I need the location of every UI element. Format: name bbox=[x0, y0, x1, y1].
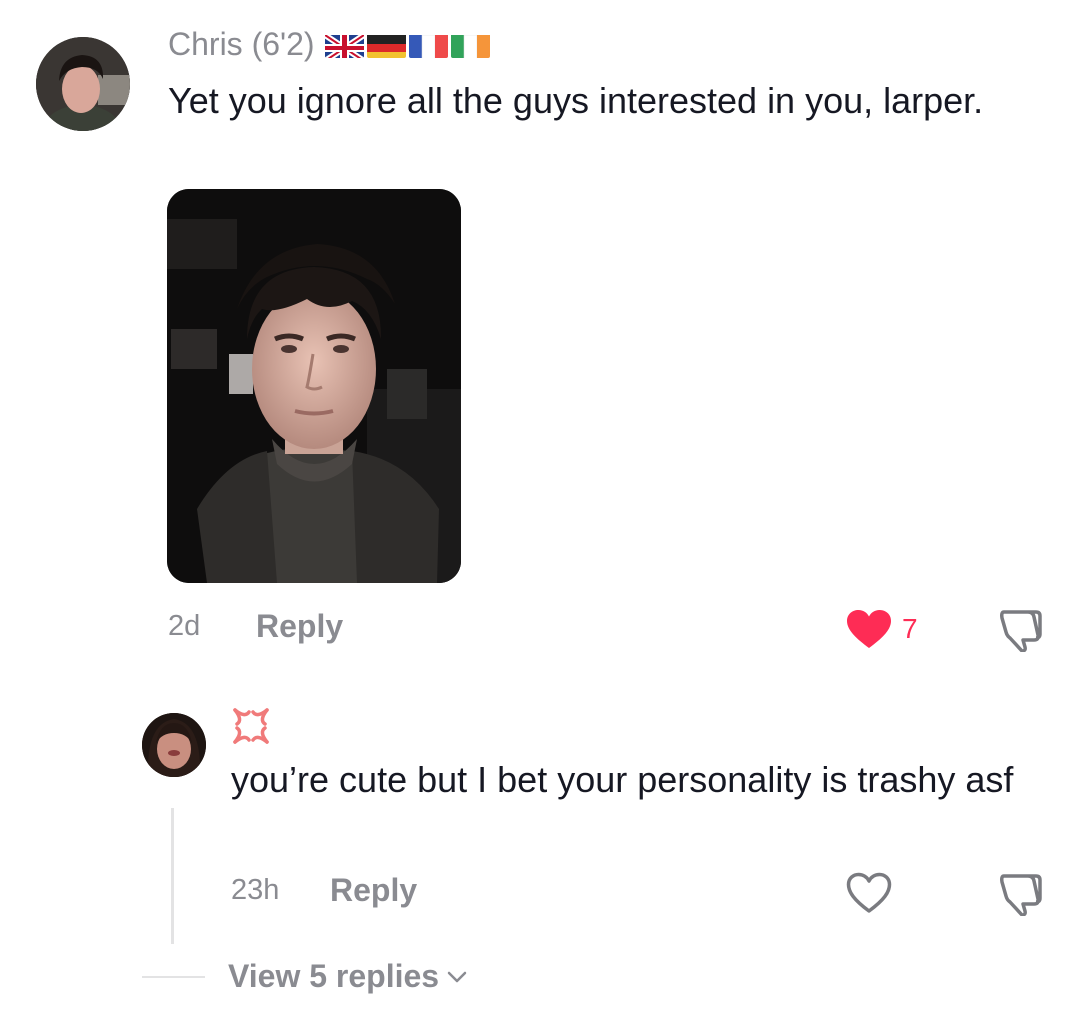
uk-flag-icon bbox=[324, 32, 364, 58]
reply-dislike-button[interactable] bbox=[998, 872, 1044, 921]
angry-symbol-icon[interactable] bbox=[231, 706, 271, 751]
chevron-down-icon bbox=[447, 971, 467, 982]
heart-outline-icon bbox=[846, 872, 892, 913]
commenter-avatar[interactable] bbox=[36, 37, 130, 131]
heart-filled-icon bbox=[847, 610, 891, 648]
view-replies-label: View 5 replies bbox=[228, 958, 440, 994]
flag-list bbox=[324, 32, 490, 58]
germany-flag-icon bbox=[366, 32, 406, 58]
avatar-photo bbox=[142, 713, 206, 777]
avatar-photo bbox=[36, 37, 130, 131]
selfie-image bbox=[167, 189, 461, 583]
username-text: Chris (6'2) bbox=[168, 26, 315, 62]
view-replies-button[interactable]: View 5 replies bbox=[228, 958, 467, 995]
thumbs-down-icon bbox=[1000, 610, 1042, 653]
reply-timestamp: 23h bbox=[231, 874, 280, 906]
france-flag-icon bbox=[408, 32, 448, 58]
thread-line bbox=[171, 808, 174, 944]
commenter-username[interactable]: Chris (6'2) bbox=[168, 26, 490, 63]
reply-to-reply-button[interactable]: Reply bbox=[330, 872, 417, 909]
like-count: 7 bbox=[902, 613, 918, 644]
reply-button[interactable]: Reply bbox=[256, 608, 343, 645]
comment-timestamp: 2d bbox=[168, 610, 201, 642]
thumbs-down-icon bbox=[1000, 874, 1042, 917]
replies-divider bbox=[142, 976, 205, 978]
ireland-flag-icon bbox=[450, 32, 490, 58]
reply-like-button[interactable] bbox=[846, 872, 892, 919]
replier-avatar[interactable] bbox=[142, 713, 206, 777]
comment-attached-photo[interactable] bbox=[167, 189, 461, 583]
reply-text: you’re cute but I bet your personality i… bbox=[231, 759, 1014, 800]
comment-text: Yet you ignore all the guys interested i… bbox=[168, 80, 984, 121]
dislike-button[interactable] bbox=[998, 608, 1044, 657]
like-button[interactable]: 7 bbox=[846, 609, 918, 649]
